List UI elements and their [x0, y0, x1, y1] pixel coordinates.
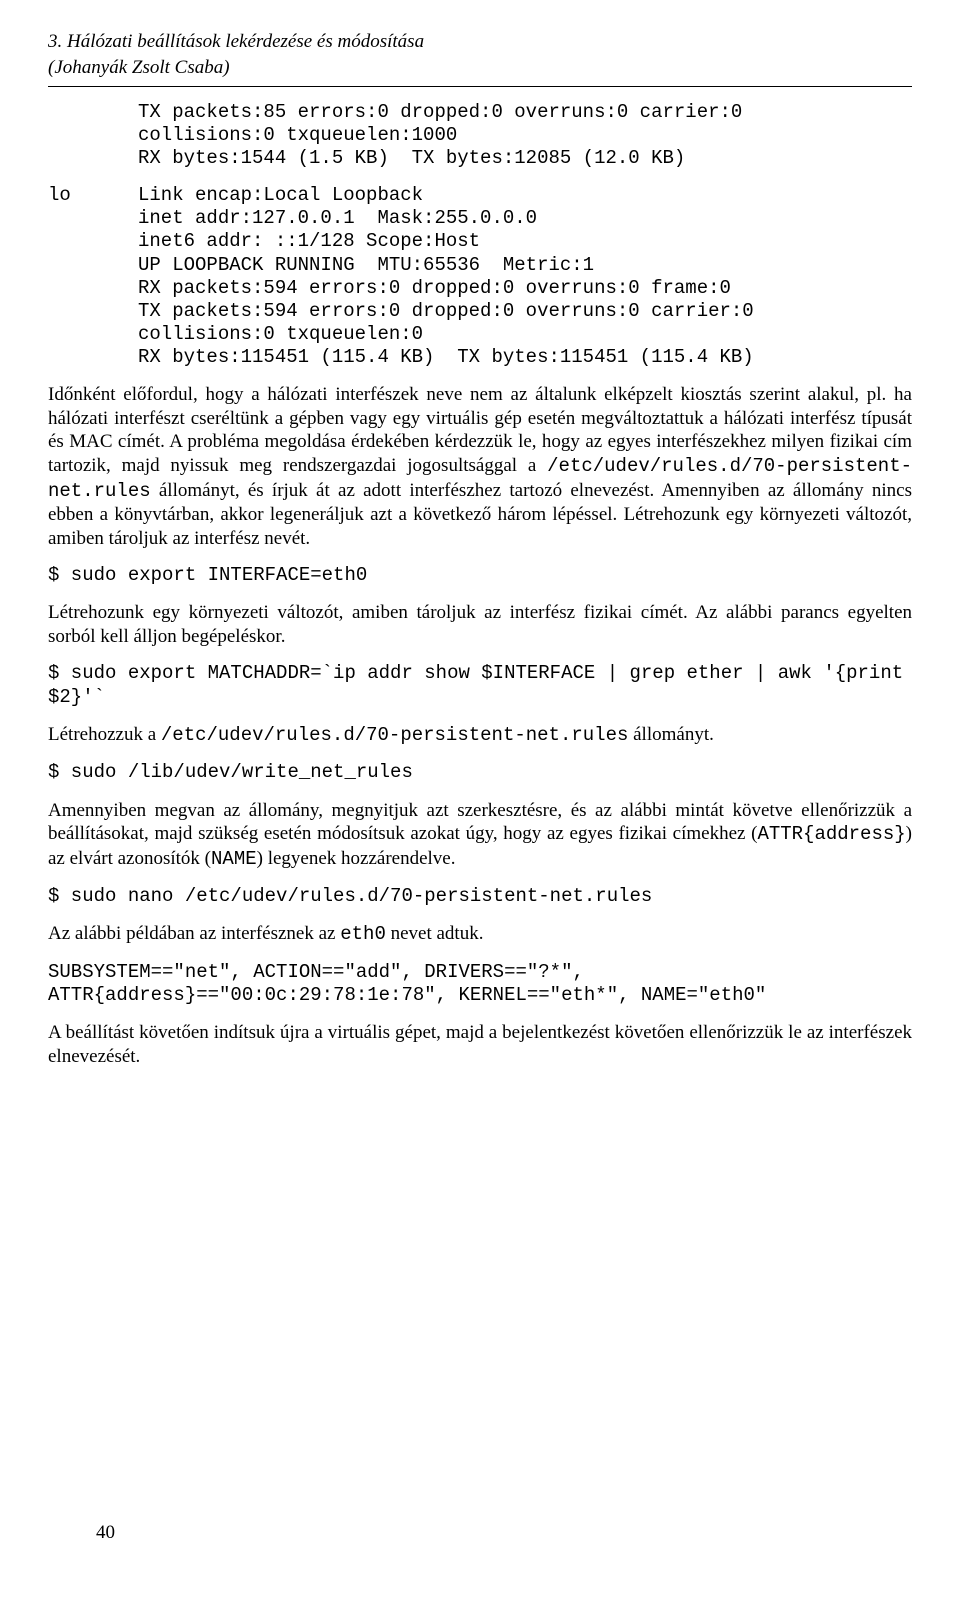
para4-text-c: ) legyenek hozzárendelve.: [257, 848, 456, 869]
paragraph-2: Létrehozunk egy környezeti változót, ami…: [48, 601, 912, 648]
command-1: $ sudo export INTERFACE=eth0: [48, 564, 912, 587]
para5-code: eth0: [340, 923, 386, 945]
paragraph-3: Létrehozzuk a /etc/udev/rules.d/70-persi…: [48, 723, 912, 748]
para5-text-b: nevet adtuk.: [386, 923, 484, 944]
para4-code1: ATTR{address}: [757, 823, 905, 845]
para1-text-b: állományt, és írjuk át az adott interfés…: [48, 480, 912, 549]
para3-code: /etc/udev/rules.d/70-persistent-net.rule…: [161, 724, 628, 746]
header-author: (Johanyák Zsolt Csaba): [48, 56, 912, 80]
command-3: $ sudo /lib/udev/write_net_rules: [48, 761, 912, 784]
command-4: $ sudo nano /etc/udev/rules.d/70-persist…: [48, 885, 912, 908]
header-title: 3. Hálózati beállítások lekérdezése és m…: [48, 30, 912, 54]
code-block-lo: Link encap:Local Loopback inet addr:127.…: [138, 184, 754, 369]
paragraph-1: Időnként előfordul, hogy a hálózati inte…: [48, 383, 912, 550]
command-2: $ sudo export MATCHADDR=`ip addr show $I…: [48, 662, 912, 708]
para4-code2: NAME: [211, 848, 257, 870]
para3-text-a: Létrehozzuk a: [48, 724, 161, 745]
paragraph-4: Amennyiben megvan az állomány, megnyitju…: [48, 799, 912, 872]
paragraph-5: Az alábbi példában az interfésznek az et…: [48, 922, 912, 947]
paragraph-6: A beállítást követően indítsuk újra a vi…: [48, 1021, 912, 1068]
page-number: 40: [96, 1521, 115, 1545]
lo-interface-label: lo: [48, 184, 138, 369]
header-divider: [48, 86, 912, 87]
para5-text-a: Az alábbi példában az interfésznek az: [48, 923, 340, 944]
code-block-lo-row: lo Link encap:Local Loopback inet addr:1…: [48, 184, 912, 369]
code-block-tx: TX packets:85 errors:0 dropped:0 overrun…: [138, 101, 912, 171]
para3-text-b: állományt.: [628, 724, 713, 745]
command-5: SUBSYSTEM=="net", ACTION=="add", DRIVERS…: [48, 961, 912, 1007]
